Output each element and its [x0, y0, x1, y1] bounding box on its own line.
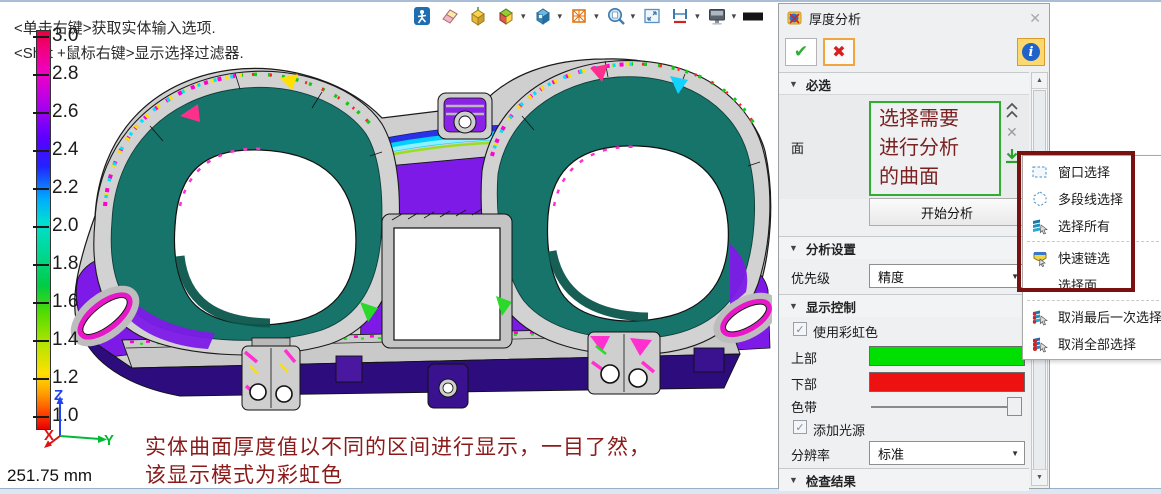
upper-label: 上部	[791, 348, 817, 367]
colorbar-label: 2.2	[52, 177, 78, 199]
cancel-button[interactable]: ✖	[823, 38, 855, 66]
zoom-search-dropdown[interactable]: ▾	[631, 11, 636, 22]
info-icon: i	[1022, 43, 1040, 61]
collapse-triangle-icon: ▼	[789, 79, 798, 89]
thickness-analysis-icon	[787, 10, 803, 26]
shaded-cube-dropdown[interactable]: ▾	[521, 11, 526, 22]
priority-dropdown[interactable]: 精度 ▼	[869, 264, 1025, 288]
walkthrough-icon[interactable]	[410, 4, 434, 28]
colorbar-label: 2.8	[52, 63, 78, 85]
collapse-triangle-icon: ▼	[789, 475, 798, 485]
colorbar-tick	[33, 226, 49, 228]
hide-bar-icon[interactable]	[741, 4, 765, 28]
section-check-results[interactable]: ▼ 检查结果	[779, 468, 1029, 491]
triad-z-label: Z	[54, 390, 63, 404]
band-slider-track[interactable]	[871, 406, 1021, 408]
eraser-icon[interactable]	[438, 4, 462, 28]
cancel-all-selection-icon	[1030, 335, 1049, 353]
colorbar-tick	[33, 74, 49, 76]
band-slider-handle[interactable]	[1007, 397, 1022, 416]
band-label: 色带	[791, 397, 817, 416]
shaded-cube-icon[interactable]	[494, 4, 518, 28]
colorbar-label: 2.6	[52, 101, 78, 123]
wireframe-cube-icon[interactable]	[567, 4, 591, 28]
add-light-label: 添加光源	[813, 420, 865, 439]
measure-dropdown[interactable]: ▾	[695, 11, 700, 22]
colorbar-label: 3.0	[52, 25, 78, 47]
menu-item-cancel-all-selection[interactable]: 取消全部选择	[1023, 330, 1161, 357]
coordinate-triad: Z Y X	[38, 390, 116, 450]
menu-item-cancel-last-selection[interactable]: 取消最后一次选择	[1023, 303, 1161, 330]
colorbar-tick	[33, 188, 49, 190]
measure-distance-icon[interactable]	[668, 4, 692, 28]
collapse-triangle-icon: ▼	[789, 301, 798, 311]
menu-separator	[1027, 300, 1161, 301]
colorbar-label: 1.4	[52, 329, 78, 351]
window-top-border	[0, 0, 1161, 2]
panel-title: 厚度分析	[809, 9, 861, 28]
display-dropdown[interactable]: ▾	[732, 11, 737, 22]
caption-line-2: 该显示模式为彩虹色	[145, 459, 343, 489]
colorbar-tick	[33, 264, 49, 266]
triad-x-label: X	[44, 427, 54, 444]
lower-color-swatch[interactable]	[869, 372, 1025, 392]
measurement-readout: 251.75 mm	[7, 466, 92, 486]
ok-button[interactable]: ✔	[785, 38, 817, 66]
use-rainbow-label: 使用彩虹色	[813, 322, 878, 341]
panel-titlebar: 厚度分析	[779, 4, 1049, 32]
face-annotation-note: 选择需要 进行分析 的曲面	[869, 101, 1001, 196]
scroll-down-icon[interactable]: ▼	[1032, 469, 1047, 485]
colorbar-label: 1.8	[52, 253, 78, 275]
upper-color-swatch[interactable]	[869, 346, 1025, 366]
view-cube-dropdown[interactable]: ▾	[558, 11, 563, 22]
colorbar-label: 1.6	[52, 291, 78, 313]
colorbar-label: 1.2	[52, 367, 78, 389]
triad-y-label: Y	[104, 432, 114, 449]
ok-check-icon: ✔	[794, 42, 808, 62]
close-icon[interactable]: ✕	[1029, 10, 1041, 27]
view-cube-icon[interactable]	[531, 4, 555, 28]
zoom-search-icon[interactable]	[604, 4, 628, 28]
priority-label: 优先级	[791, 268, 830, 287]
chevron-down-icon: ▼	[1011, 449, 1019, 458]
resolution-label: 分辨率	[791, 445, 830, 464]
section-display-control[interactable]: ▼ 显示控制	[779, 294, 1029, 317]
section-required[interactable]: ▼ 必选	[779, 72, 1029, 95]
colorbar-label: 2.4	[52, 139, 78, 161]
resolution-dropdown[interactable]: 标准 ▼	[869, 441, 1025, 465]
start-analysis-button[interactable]: 开始分析	[869, 198, 1025, 226]
annotation-highlight-box	[1017, 151, 1135, 292]
clear-selection-x-icon[interactable]: ✕	[1006, 124, 1018, 141]
collapse-triangle-icon: ▼	[789, 243, 798, 253]
face-label: 面	[791, 138, 804, 157]
cancel-last-selection-icon	[1030, 308, 1049, 326]
thickness-colorbar	[36, 30, 51, 430]
caption-line-1: 实体曲面厚度值以不同的区间进行显示，一目了然，	[145, 431, 651, 461]
wireframe-cube-dropdown[interactable]: ▾	[594, 11, 599, 22]
use-rainbow-checkbox[interactable]: ✓	[793, 322, 807, 336]
colorbar-tick	[33, 378, 49, 380]
info-button[interactable]: i	[1017, 38, 1045, 66]
scroll-up-icon[interactable]: ▲	[1032, 73, 1047, 89]
collapse-chevrons-icon[interactable]	[1005, 102, 1019, 120]
model-3d-instrument-cluster[interactable]	[30, 56, 772, 416]
colorbar-tick	[33, 150, 49, 152]
colorbar-tick	[33, 36, 49, 38]
view-toolbar: ▾ ▾ ▾ ▾ ▾ ▾	[410, 3, 765, 29]
colorbar-tick	[33, 340, 49, 342]
fit-window-icon[interactable]	[640, 4, 664, 28]
display-monitor-icon[interactable]	[705, 4, 729, 28]
section-analysis-settings[interactable]: ▼ 分析设置	[779, 236, 1029, 259]
cancel-x-icon: ✖	[832, 42, 845, 62]
colorbar-tick	[33, 112, 49, 114]
colorbar-label: 2.0	[52, 215, 78, 237]
add-light-checkbox[interactable]: ✓	[793, 420, 807, 434]
lower-label: 下部	[791, 374, 817, 393]
extract-box-icon[interactable]	[466, 4, 490, 28]
thickness-analysis-panel: 厚度分析 ✕ ✔ ✖ i ▼ 必选 面 ✕ 选择需要 进行分析 的曲面 开始分析…	[778, 3, 1050, 489]
colorbar-tick	[33, 302, 49, 304]
